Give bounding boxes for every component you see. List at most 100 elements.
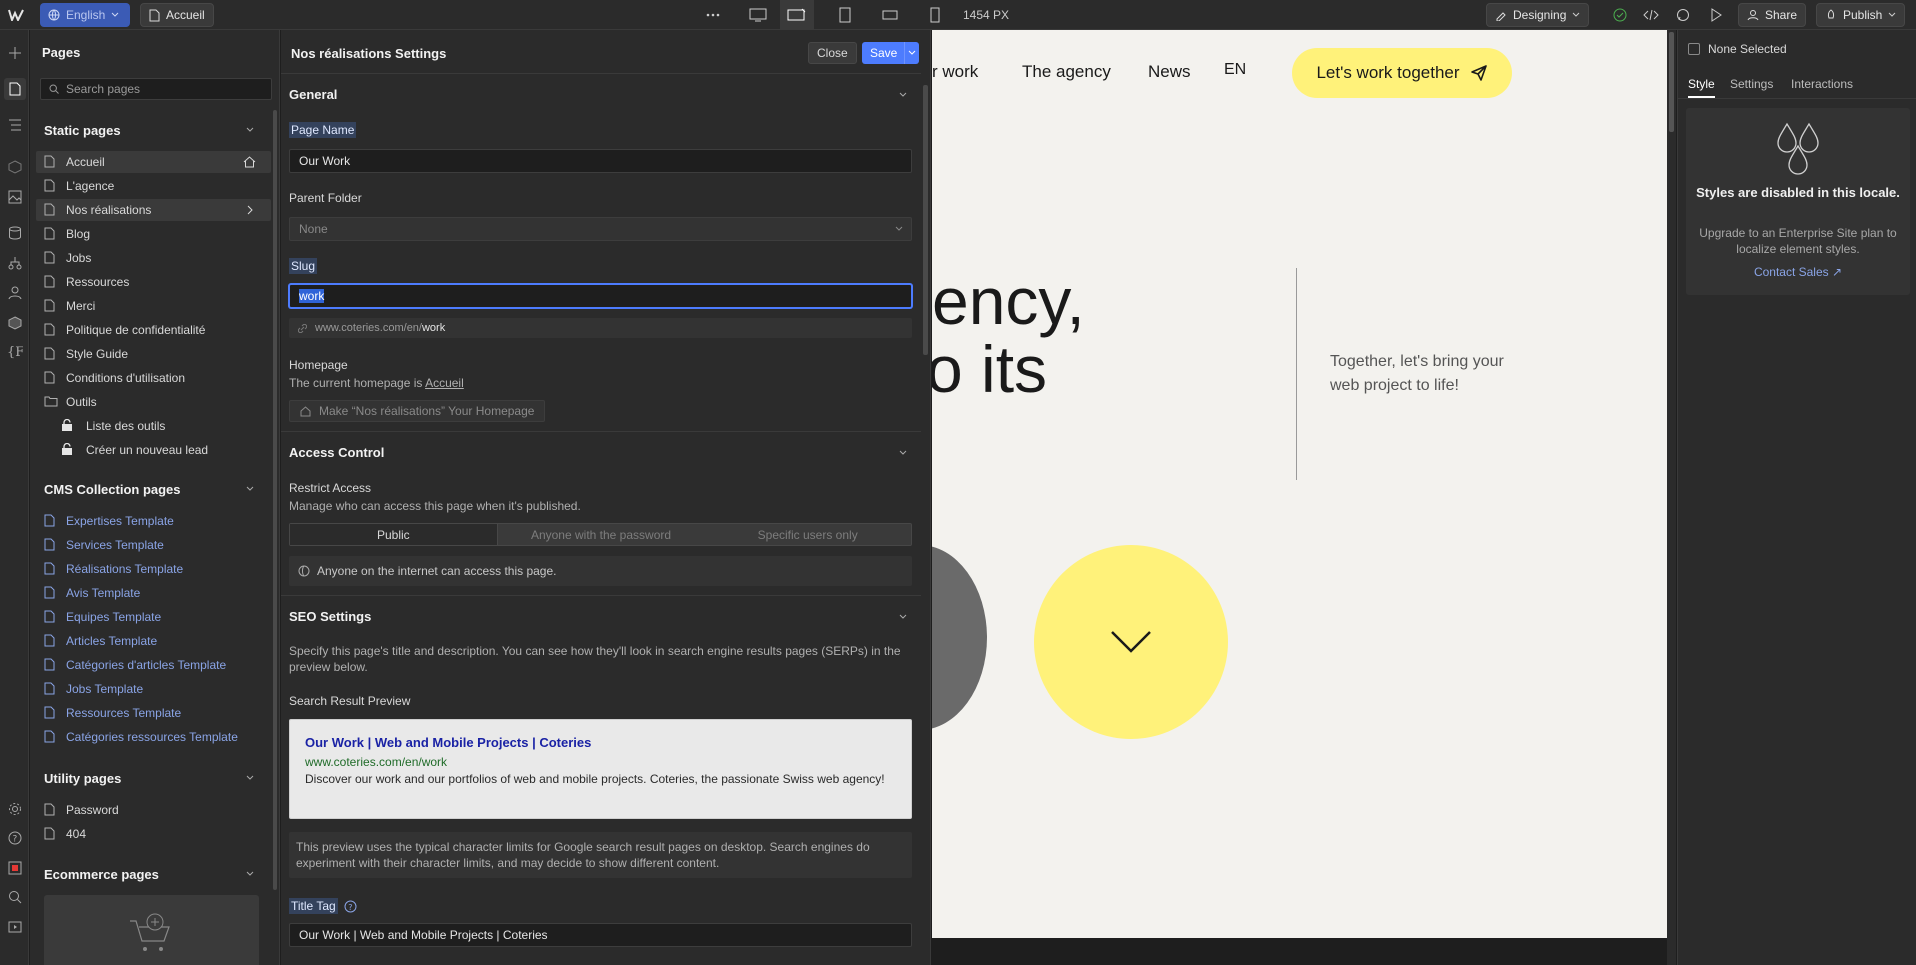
cms-page-item[interactable]: Articles Template — [36, 630, 271, 652]
comment-icon[interactable] — [1673, 5, 1693, 25]
tab-interactions[interactable]: Interactions — [1791, 77, 1853, 91]
access-option-users[interactable]: Specific users only — [704, 524, 911, 545]
close-button[interactable]: Close — [808, 42, 857, 64]
contact-sales-link[interactable]: Contact Sales ↗ — [1696, 265, 1900, 279]
base-breakpoint-icon[interactable] — [780, 0, 814, 30]
static-page-item[interactable]: Style Guide — [36, 343, 271, 365]
check-status-icon[interactable] — [1610, 5, 1630, 25]
static-page-item[interactable]: Jobs — [36, 247, 271, 269]
vertical-divider — [1296, 268, 1297, 480]
chevron-down-icon[interactable] — [245, 125, 257, 137]
nav-link-work[interactable]: r work — [932, 62, 978, 82]
chevron-down-icon[interactable] — [904, 42, 916, 64]
desktop-breakpoint-icon[interactable] — [748, 5, 768, 25]
static-page-item[interactable]: Ressources — [36, 271, 271, 293]
chevron-down-icon[interactable] — [898, 612, 908, 622]
tab-style[interactable]: Style — [1688, 77, 1715, 98]
navigator-icon[interactable] — [4, 114, 26, 136]
cms-pages-heading: CMS Collection pages — [44, 482, 181, 497]
code-icon[interactable] — [1641, 5, 1661, 25]
language-selector[interactable]: English — [40, 3, 130, 27]
static-page-item[interactable]: Liste des outils — [36, 415, 271, 437]
page-label: Catégories d'articles Template — [66, 658, 227, 672]
mode-selector[interactable]: Designing — [1486, 3, 1590, 27]
nav-link-news[interactable]: News — [1148, 62, 1191, 82]
access-option-password[interactable]: Anyone with the password — [498, 524, 705, 545]
canvas-scrollbar[interactable] — [1667, 30, 1676, 965]
chevron-down-icon[interactable] — [245, 869, 257, 881]
design-canvas[interactable]: r work The agency News EN Let's work tog… — [932, 30, 1667, 938]
nav-language-switch[interactable]: EN — [1224, 61, 1246, 79]
home-icon — [300, 405, 311, 417]
static-page-item[interactable]: L'agence — [36, 175, 271, 197]
cms-page-item[interactable]: Jobs Template — [36, 678, 271, 700]
more-icon[interactable] — [703, 5, 723, 25]
access-option-public[interactable]: Public — [290, 524, 498, 545]
canvas-scroll-thumb[interactable] — [1669, 32, 1674, 132]
static-page-item[interactable]: Blog — [36, 223, 271, 245]
help-icon[interactable]: ? — [344, 900, 357, 913]
cms-page-item[interactable]: Equipes Template — [36, 606, 271, 628]
scroll-down-button[interactable] — [1034, 545, 1228, 739]
video-tutorials-icon[interactable] — [4, 916, 26, 938]
mobile-portrait-icon[interactable] — [925, 5, 945, 25]
ecommerce-pages-heading: Ecommerce pages — [44, 867, 159, 882]
slug-input[interactable]: work — [289, 284, 912, 308]
utility-page-item[interactable]: 404 — [36, 823, 271, 845]
static-page-item[interactable]: Nos réalisations — [36, 199, 271, 221]
cms-page-item[interactable]: Catégories ressources Template — [36, 726, 271, 748]
logic-icon[interactable] — [4, 252, 26, 274]
publish-button[interactable]: Publish — [1816, 3, 1906, 27]
static-page-item[interactable]: Politique de confidentialité — [36, 319, 271, 341]
ecommerce-icon[interactable] — [4, 312, 26, 334]
tab-settings[interactable]: Settings — [1730, 77, 1773, 91]
homepage-link[interactable]: Accueil — [425, 376, 464, 390]
preview-play-icon[interactable] — [1706, 5, 1726, 25]
access-control-heading: Access Control — [289, 445, 385, 460]
share-button[interactable]: Share — [1738, 3, 1807, 27]
cms-icon[interactable] — [4, 222, 26, 244]
static-page-item[interactable]: Créer un nouveau lead — [36, 439, 271, 461]
pages-scrollbar[interactable] — [273, 110, 277, 890]
tablet-breakpoint-icon[interactable] — [835, 5, 855, 25]
title-tag-input[interactable]: Our Work | Web and Mobile Projects | Cot… — [289, 923, 912, 947]
settings-gear-icon[interactable] — [4, 798, 26, 820]
pages-icon[interactable] — [4, 78, 26, 100]
record-icon[interactable] — [4, 857, 26, 879]
chevron-down-icon[interactable] — [898, 90, 908, 100]
components-icon[interactable] — [4, 156, 26, 178]
mobile-landscape-icon[interactable] — [880, 5, 900, 25]
page-name-input[interactable]: Our Work — [289, 149, 912, 173]
nav-link-agency[interactable]: The agency — [1022, 62, 1111, 82]
chevron-down-icon[interactable] — [245, 773, 257, 785]
utility-page-item[interactable]: Password — [36, 799, 271, 821]
cms-page-item[interactable]: Avis Template — [36, 582, 271, 604]
static-page-item[interactable]: Outils — [36, 391, 271, 413]
cms-page-item[interactable]: Catégories d'articles Template — [36, 654, 271, 676]
chevron-right-icon[interactable] — [246, 205, 254, 215]
cms-page-item[interactable]: Réalisations Template — [36, 558, 271, 580]
chevron-down-icon[interactable] — [245, 484, 257, 496]
help-icon[interactable]: ? — [4, 827, 26, 849]
search-pages-input[interactable]: Search pages — [40, 78, 272, 100]
chevron-down-icon[interactable] — [898, 448, 908, 458]
make-homepage-button[interactable]: Make “Nos réalisations” Your Homepage — [289, 400, 546, 422]
static-page-item[interactable]: Accueil — [36, 151, 271, 173]
static-page-item[interactable]: Conditions d'utilisation — [36, 367, 271, 389]
users-icon[interactable] — [4, 282, 26, 304]
webflow-logo-icon[interactable] — [6, 5, 26, 25]
cms-page-item[interactable]: Services Template — [36, 534, 271, 556]
variables-icon[interactable]: {F — [4, 340, 26, 362]
add-elements-icon[interactable] — [4, 42, 26, 64]
cta-button[interactable]: Let's work together — [1292, 48, 1512, 98]
static-page-item[interactable]: Merci — [36, 295, 271, 317]
current-page-selector[interactable]: Accueil — [140, 3, 214, 27]
save-button[interactable]: Save — [862, 42, 919, 64]
search-icon[interactable] — [4, 886, 26, 908]
parent-folder-select[interactable]: None — [289, 217, 912, 241]
assets-icon[interactable] — [4, 186, 26, 208]
cms-page-item[interactable]: Expertises Template — [36, 510, 271, 532]
svg-text:{F: {F — [7, 345, 23, 359]
settings-scrollbar[interactable] — [923, 85, 928, 355]
cms-page-item[interactable]: Ressources Template — [36, 702, 271, 724]
